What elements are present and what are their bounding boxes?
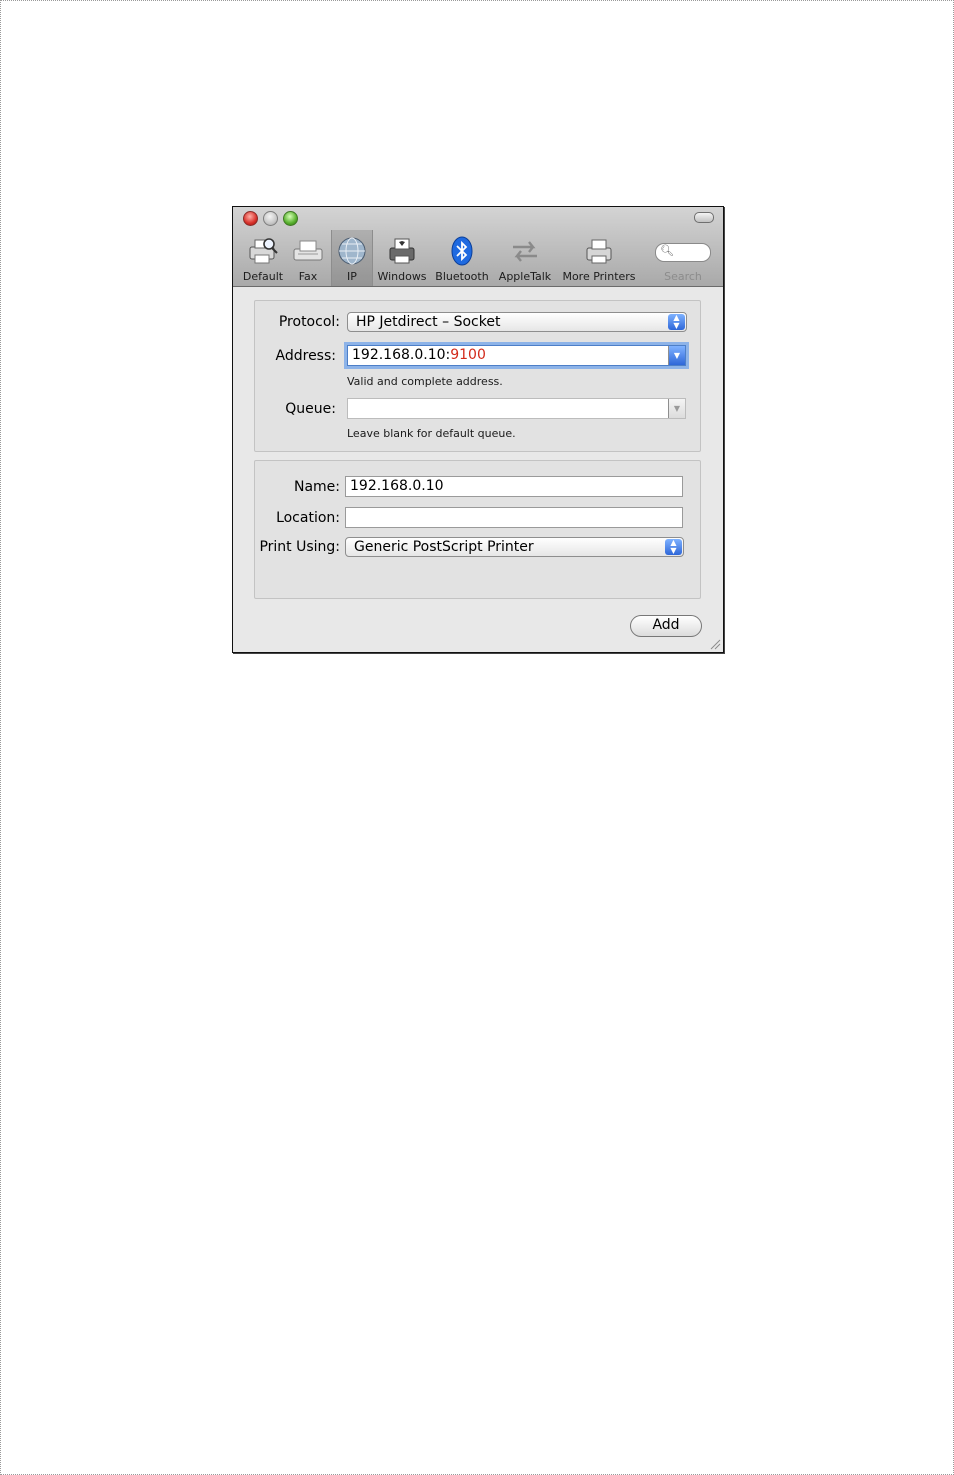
protocol-popup[interactable]: HP Jetdirect – Socket ▲ ▼ bbox=[347, 312, 687, 332]
toolbar-label-windows: Windows bbox=[377, 270, 427, 283]
name-field[interactable]: 192.168.0.10 bbox=[345, 476, 683, 497]
search-input[interactable]: 🔍︎ bbox=[655, 243, 711, 262]
popup-stepper-icon: ▲ ▼ bbox=[668, 314, 685, 330]
address-port: 9100 bbox=[450, 347, 486, 363]
bluetooth-icon bbox=[451, 236, 473, 266]
fax-icon bbox=[293, 240, 323, 261]
toolbar-more-printers[interactable]: More Printers bbox=[561, 230, 637, 286]
print-using-popup[interactable]: Generic PostScript Printer ▲ ▼ bbox=[345, 537, 684, 557]
toolbar-label-more-printers: More Printers bbox=[562, 270, 636, 283]
connection-group: Protocol: HP Jetdirect – Socket ▲ ▼ Addre… bbox=[254, 300, 701, 452]
print-using-value: Generic PostScript Printer bbox=[354, 539, 534, 555]
name-label: Name: bbox=[293, 479, 340, 495]
toolbar-ip[interactable]: IP bbox=[331, 230, 373, 286]
toolbar-label-appletalk: AppleTalk bbox=[498, 270, 552, 283]
popup-stepper-icon: ▲ ▼ bbox=[665, 539, 682, 555]
address-dropdown-icon[interactable]: ▼ bbox=[668, 346, 685, 365]
address-hint: Valid and complete address. bbox=[347, 375, 503, 388]
location-label: Location: bbox=[276, 510, 340, 526]
toolbar-label-search: Search bbox=[664, 270, 702, 283]
toolbar: Default Fax IP Windows Bluetooth AppleTa… bbox=[233, 207, 723, 287]
toolbar-label-fax: Fax bbox=[298, 270, 318, 283]
print-using-label: Print Using: bbox=[259, 539, 340, 555]
name-value: 192.168.0.10 bbox=[350, 478, 444, 494]
toolbar-label-ip: IP bbox=[347, 270, 357, 283]
appletalk-arrows-icon bbox=[513, 241, 537, 262]
queue-label: Queue: bbox=[285, 401, 336, 417]
toolbar-label-default: Default bbox=[242, 270, 284, 283]
zoom-window-button[interactable] bbox=[283, 211, 298, 226]
windows-printer-icon bbox=[389, 238, 415, 264]
minimize-window-button[interactable] bbox=[263, 211, 278, 226]
printer-icon bbox=[586, 239, 612, 264]
toolbar-fax[interactable]: Fax bbox=[291, 230, 325, 286]
toolbar-label-bluetooth: Bluetooth bbox=[435, 270, 489, 283]
queue-combo[interactable]: ▼ bbox=[347, 398, 686, 419]
location-field[interactable] bbox=[345, 507, 683, 528]
search-icon: 🔍︎ bbox=[660, 244, 674, 257]
resize-grip-icon[interactable] bbox=[709, 638, 721, 650]
queue-hint: Leave blank for default queue. bbox=[347, 427, 516, 440]
printer-details-group: Name: 192.168.0.10 Location: Print Using… bbox=[254, 460, 701, 599]
printer-magnify-icon bbox=[249, 238, 278, 264]
queue-dropdown-icon[interactable]: ▼ bbox=[668, 399, 685, 418]
add-printer-window: Default Fax IP Windows Bluetooth AppleTa… bbox=[232, 206, 724, 653]
toolbar-windows[interactable]: Windows bbox=[375, 230, 429, 286]
address-label: Address: bbox=[275, 348, 336, 364]
protocol-label: Protocol: bbox=[278, 314, 340, 330]
toolbar-search[interactable]: 🔍︎ Search bbox=[651, 230, 715, 286]
toolbar-appletalk[interactable]: AppleTalk bbox=[495, 230, 555, 286]
toolbar-default[interactable]: Default bbox=[237, 230, 289, 286]
toolbar-bluetooth[interactable]: Bluetooth bbox=[433, 230, 491, 286]
address-combo[interactable]: 192.168.0.10:9100 ▼ bbox=[347, 345, 686, 366]
address-host: 192.168.0.10: bbox=[352, 347, 451, 363]
add-button[interactable]: Add bbox=[630, 615, 702, 637]
protocol-value: HP Jetdirect – Socket bbox=[356, 314, 501, 330]
globe-icon bbox=[338, 237, 366, 265]
toolbar-toggle-button[interactable] bbox=[694, 212, 714, 223]
close-window-button[interactable] bbox=[243, 211, 258, 226]
